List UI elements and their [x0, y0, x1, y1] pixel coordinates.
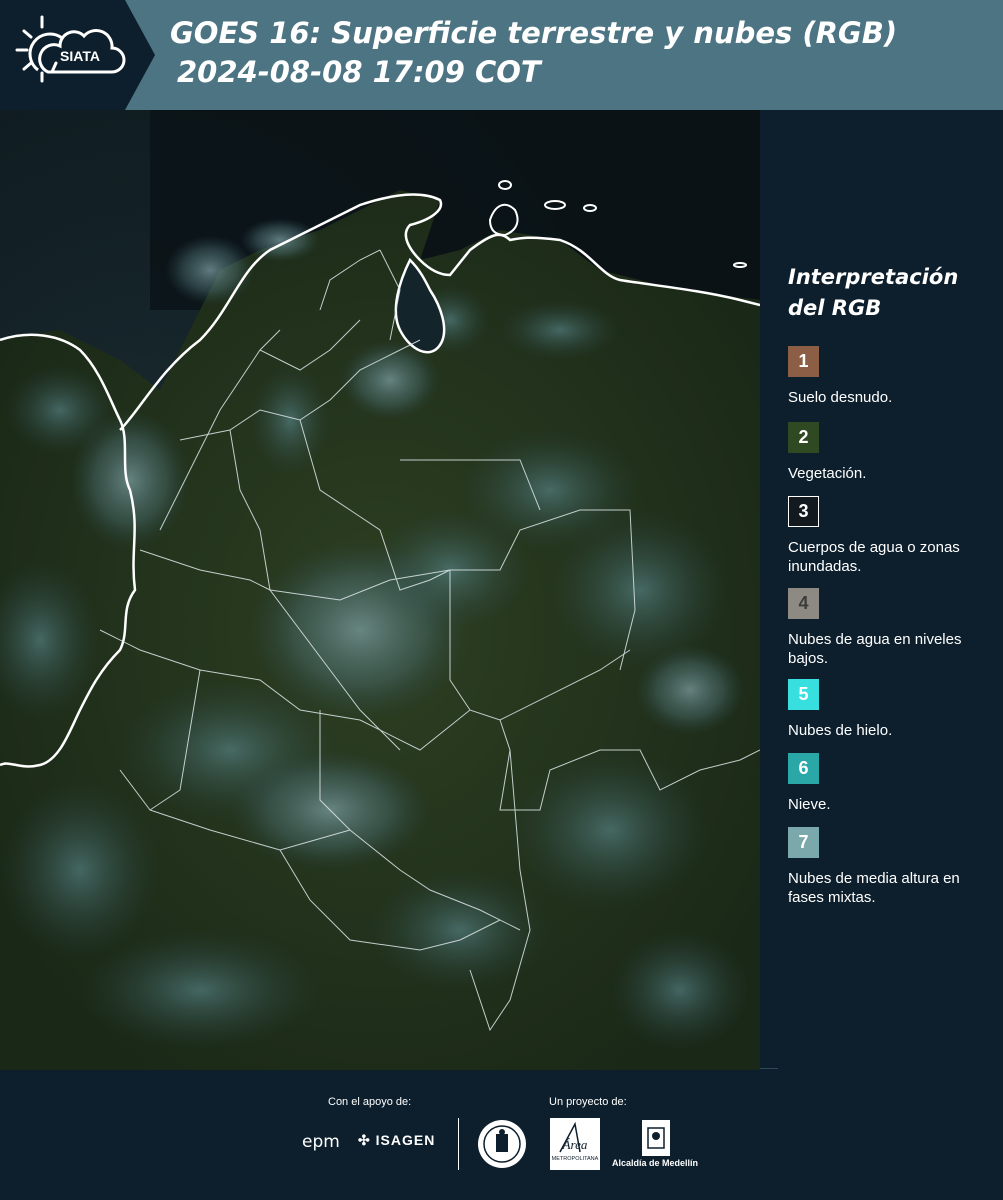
legend-label: Suelo desnudo.: [788, 389, 893, 406]
legend-item-nubes-hielo: 5 Nubes de hielo.: [788, 679, 978, 740]
legend-swatch: 1: [788, 346, 819, 377]
legend-label: Vegetación.: [788, 465, 867, 482]
siata-logo: SIATA: [0, 0, 155, 110]
support-label: Con el apoyo de:: [328, 1096, 412, 1108]
footer-divider-line: [760, 1068, 778, 1069]
alcaldia-text: Alcaldía de Medellín: [612, 1158, 699, 1168]
project-label: Un proyecto de:: [549, 1096, 627, 1108]
area-logo-subtext: METROPOLITANA: [552, 1156, 599, 1162]
legend-item-vegetacion: 2 Vegetación.: [788, 422, 978, 483]
legend-label: Cuerpos de agua o zonas inundadas.: [788, 539, 960, 575]
legend-item-nubes-media-altura: 7 Nubes de media altura en fases mixtas.: [788, 827, 978, 907]
footer: Con el apoyo de: Un proyecto de: epm ✣ I…: [0, 1068, 1003, 1200]
isagen-logo-text: ISAGEN: [375, 1132, 436, 1148]
legend-swatch: 6: [788, 753, 819, 784]
satellite-map[interactable]: [0, 110, 760, 1070]
page-title: GOES 16: Superficie terrestre y nubes (R…: [170, 16, 898, 50]
footer-vertical-divider: [458, 1118, 459, 1170]
legend-label: Nubes de hielo.: [788, 722, 893, 739]
area-logo-text: Área: [562, 1137, 588, 1152]
legend-item-suelo-desnudo: 1 Suelo desnudo.: [788, 346, 978, 407]
epm-logo[interactable]: epm: [302, 1132, 340, 1152]
header-bar: SIATA GOES 16: Superficie terrestre y nu…: [0, 0, 1003, 110]
legend-label: Nubes de media altura en fases mixtas.: [788, 870, 960, 906]
medellin-seal-logo[interactable]: [476, 1118, 528, 1170]
isagen-icon: ✣: [358, 1132, 371, 1148]
legend-swatch: 5: [788, 679, 819, 710]
satellite-map-image: [0, 110, 760, 1070]
legend-label: Nubes de agua en niveles bajos.: [788, 631, 962, 667]
legend-swatch: 3: [788, 496, 819, 527]
legend-swatch: 4: [788, 588, 819, 619]
legend-label: Nieve.: [788, 796, 831, 813]
legend-swatch: 2: [788, 422, 819, 453]
isagen-logo[interactable]: ✣ ISAGEN: [358, 1132, 435, 1149]
legend-swatch: 7: [788, 827, 819, 858]
legend-item-nieve: 6 Nieve.: [788, 753, 978, 814]
rgb-legend: Interpretación del RGB 1 Suelo desnudo. …: [788, 262, 988, 906]
legend-item-cuerpos-de-agua: 3 Cuerpos de agua o zonas inundadas.: [788, 496, 978, 576]
siata-logo-text: SIATA: [60, 48, 100, 64]
timestamp: 2024-08-08 17:09 COT: [177, 55, 541, 89]
legend-item-nubes-agua-bajos: 4 Nubes de agua en niveles bajos.: [788, 588, 978, 668]
alcaldia-logo[interactable]: [640, 1118, 672, 1158]
legend-title: Interpretación del RGB: [788, 265, 959, 320]
area-metropolitana-logo[interactable]: Área METROPOLITANA: [550, 1118, 600, 1170]
